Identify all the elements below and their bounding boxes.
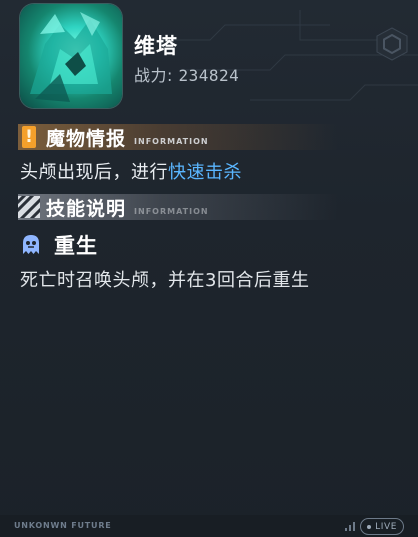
skill-name: 重生	[54, 234, 98, 258]
signal-bars-icon	[345, 522, 355, 531]
live-badge[interactable]: LIVE	[360, 518, 404, 535]
live-label: LIVE	[375, 521, 397, 532]
power-value: 234824	[178, 66, 240, 85]
monster-info-panel: 维塔 战力: 234824 ! 魔物情报 INFORMATION 头颅出现后，进…	[0, 0, 418, 537]
monster-portrait[interactable]	[20, 4, 122, 108]
footer-brand-text: UNKONWN FUTURE	[14, 521, 112, 530]
intel-text-main: 头颅出现后，进行	[20, 162, 168, 183]
power-label: 战力:	[134, 66, 173, 85]
combat-power: 战力: 234824	[134, 62, 239, 86]
skill-info-title: 技能说明	[46, 197, 127, 220]
hatched-stripes-icon	[18, 196, 40, 218]
monster-intel-title: 魔物情报	[46, 127, 127, 150]
ghost-skull-icon	[23, 235, 39, 254]
emblem-icon	[376, 27, 408, 61]
live-dot-icon	[367, 524, 372, 529]
status-footer: UNKONWN FUTURE LIVE	[0, 515, 418, 537]
monster-intel-text: 头颅出现后，进行快速击杀	[20, 158, 242, 184]
crystal-beast-icon	[30, 12, 112, 102]
skill-info-subtitle: INFORMATION	[134, 206, 209, 216]
skill-info-header: 技能说明 INFORMATION	[18, 194, 338, 220]
intel-text-highlight[interactable]: 快速击杀	[168, 162, 242, 183]
skill-row[interactable]: 重生	[18, 230, 98, 260]
exclamation-icon: !	[22, 126, 36, 148]
skill-description: 死亡时召唤头颅，并在3回合后重生	[20, 270, 310, 291]
monster-intel-subtitle: INFORMATION	[134, 136, 209, 146]
monster-name: 维塔	[134, 34, 178, 58]
monster-intel-header: ! 魔物情报 INFORMATION	[18, 124, 338, 150]
